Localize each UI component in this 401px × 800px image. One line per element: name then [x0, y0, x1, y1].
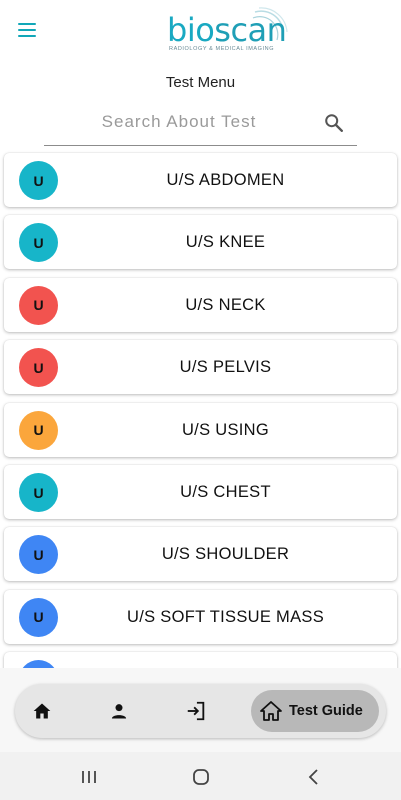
- recent-apps-icon[interactable]: [77, 766, 101, 788]
- test-list: U U/S ABDOMEN U U/S KNEE U U/S NECK U U/S PELVI…: [0, 148, 401, 668]
- person-icon[interactable]: [104, 696, 134, 726]
- hamburger-menu-icon[interactable]: [14, 18, 40, 42]
- bottom-nav-area: Test Guide: [0, 668, 401, 752]
- house-outline-icon: [260, 701, 282, 721]
- test-avatar: U: [19, 161, 58, 200]
- test-label: [64, 652, 387, 668]
- test-label: U/S SOFT TISSUE MASS: [126, 607, 324, 626]
- test-avatar: U: [19, 285, 58, 325]
- search-input[interactable]: [44, 106, 314, 138]
- logo-wordmark: bioscan: [167, 11, 287, 49]
- test-list-item[interactable]: U U/S KNEE: [4, 215, 397, 270]
- logo-tagline: RADIOLOGY & MEDICAL IMAGING: [169, 46, 275, 52]
- test-label: U/S NECK: [185, 295, 266, 314]
- bottom-nav: Test Guide: [15, 684, 386, 738]
- test-avatar: U: [19, 660, 58, 668]
- test-avatar: U: [19, 597, 58, 637]
- test-list-item[interactable]: U: [4, 652, 397, 668]
- test-avatar: U: [19, 473, 58, 512]
- test-label: U/S USING: [181, 420, 270, 439]
- logo-word-bio: bio: [167, 11, 215, 49]
- test-label: U/S CHEST: [180, 483, 271, 501]
- home-circle-icon[interactable]: [189, 766, 213, 788]
- bioscan-logo: bioscan RADIOLOGY & MEDICAL IMAGING: [163, 6, 293, 56]
- tab-test-guide[interactable]: Test Guide: [251, 690, 379, 732]
- test-list-item[interactable]: U U/S PELVIS: [4, 340, 397, 395]
- app-header: bioscan RADIOLOGY & MEDICAL IMAGING: [0, 0, 401, 62]
- search-bar: [44, 104, 357, 146]
- test-list-item[interactable]: U U/S CHEST: [4, 465, 397, 519]
- test-label: U/S PELVIS: [179, 358, 272, 377]
- test-list-item[interactable]: U U/S SHOULDER: [4, 527, 397, 582]
- test-list-item[interactable]: U U/S ABDOMEN: [4, 153, 397, 207]
- test-list-item[interactable]: U U/S SOFT TISSUE MASS: [4, 589, 397, 644]
- system-nav-bar: [0, 752, 401, 800]
- test-label: U/S SHOULDER: [161, 545, 290, 564]
- test-label: U/S ABDOMEN: [166, 171, 285, 189]
- tab-test-guide-label: Test Guide: [289, 703, 363, 719]
- logo-word-scan: scan: [214, 11, 287, 49]
- login-icon[interactable]: [181, 696, 211, 726]
- back-icon[interactable]: [302, 766, 326, 788]
- test-avatar: U: [19, 348, 58, 388]
- app-screen: bioscan RADIOLOGY & MEDICAL IMAGING Test…: [0, 0, 401, 800]
- page-title: Test Menu: [165, 74, 236, 91]
- test-avatar: U: [19, 535, 58, 575]
- test-avatar: U: [19, 223, 58, 263]
- test-list-item[interactable]: U U/S USING: [4, 402, 397, 457]
- test-list-item[interactable]: U U/S NECK: [4, 277, 397, 332]
- home-icon[interactable]: [27, 696, 57, 726]
- search-icon[interactable]: [323, 112, 345, 134]
- test-avatar: U: [19, 410, 58, 450]
- test-label: U/S KNEE: [185, 233, 266, 252]
